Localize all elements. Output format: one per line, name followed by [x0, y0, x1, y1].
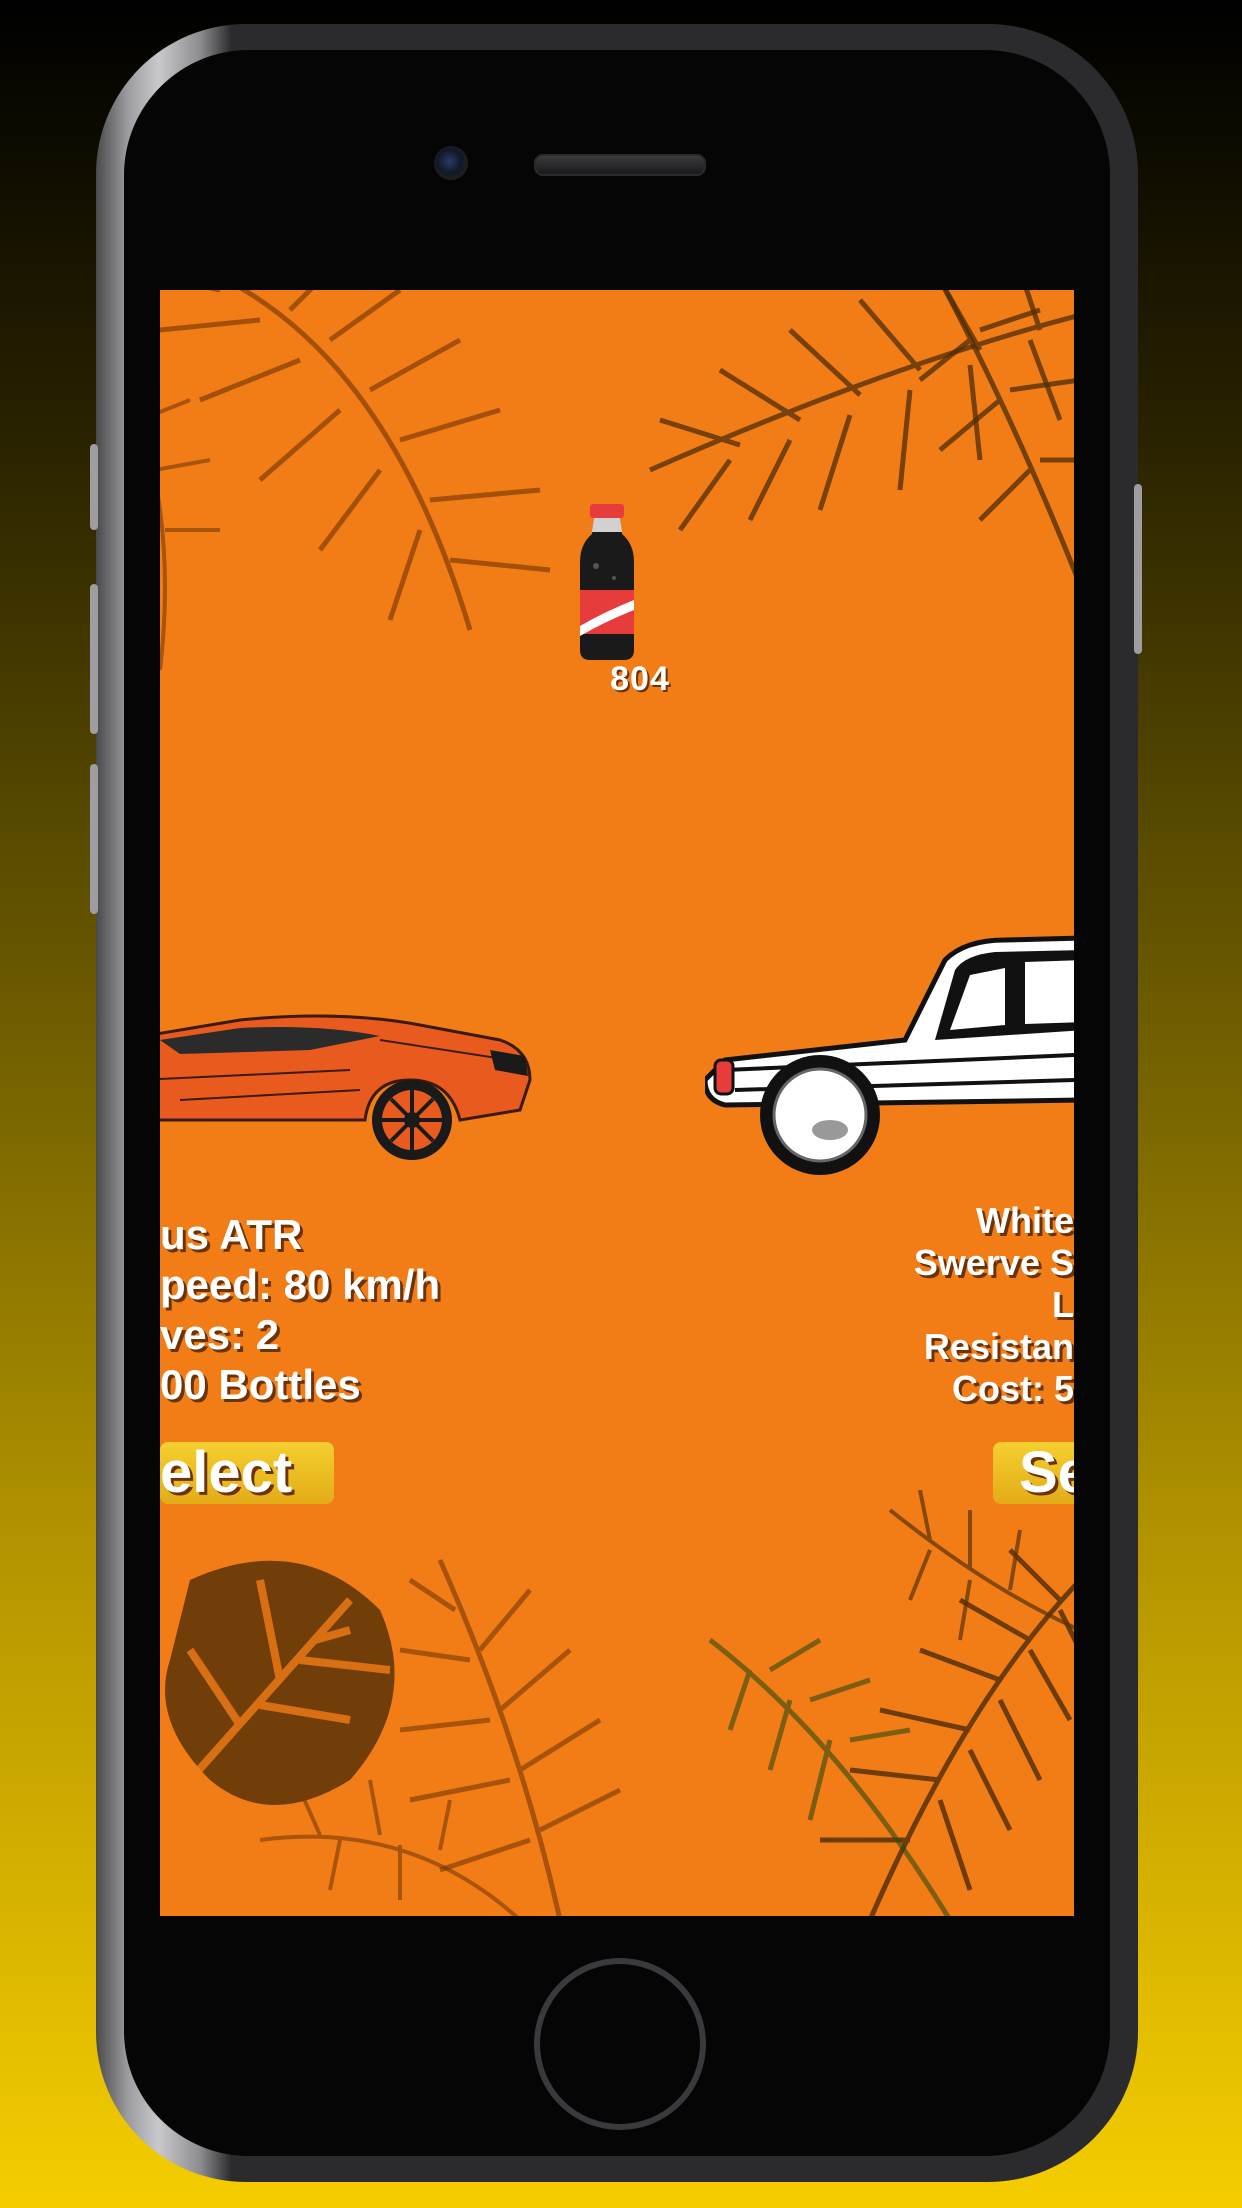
car-info-right: White Swerve S L Resistan Cost: 5 — [914, 1200, 1074, 1410]
home-button[interactable] — [534, 1958, 706, 2130]
mute-switch — [90, 444, 98, 530]
car-swerve: Swerve S — [913, 1242, 1074, 1283]
volume-down-button — [90, 764, 98, 914]
select-button-right[interactable]: Se — [993, 1442, 1074, 1504]
palm-leaf-bottom-left-icon — [260, 1558, 622, 1916]
power-button — [1134, 484, 1142, 654]
volume-up-button — [90, 584, 98, 734]
car-name: White — [976, 1200, 1074, 1241]
car-lives: L — [1052, 1284, 1074, 1325]
car-orange-sports[interactable] — [160, 980, 580, 1160]
car-cost: Cost: 5 — [951, 1368, 1074, 1409]
select-button-label: Se — [1019, 1442, 1074, 1504]
select-button-label: elect — [160, 1442, 293, 1504]
front-camera-icon — [434, 146, 468, 180]
car-lives: ves: 2 — [160, 1311, 280, 1358]
car-cost: 00 Bottles — [160, 1361, 361, 1408]
car-speed: peed: 80 km/h — [160, 1261, 441, 1308]
game-screen: 804 us ATR peed: 80 km/h ves: 2 00 Bottl… — [160, 290, 1074, 1916]
select-button-left[interactable]: elect — [160, 1442, 334, 1504]
car-name: us ATR — [160, 1211, 303, 1258]
palm-leaf-bottom-right-icon — [708, 1490, 1074, 1916]
bottle-counter: 804 — [610, 660, 670, 698]
car-resistance: Resistan — [923, 1326, 1074, 1367]
car-info-left: us ATR peed: 80 km/h ves: 2 00 Bottles — [160, 1210, 440, 1410]
car-white-suv[interactable] — [705, 930, 1074, 1180]
speaker-grille — [534, 154, 706, 176]
palm-leaf-top-right-icon — [648, 290, 1074, 577]
soda-bottle-icon — [580, 504, 634, 660]
